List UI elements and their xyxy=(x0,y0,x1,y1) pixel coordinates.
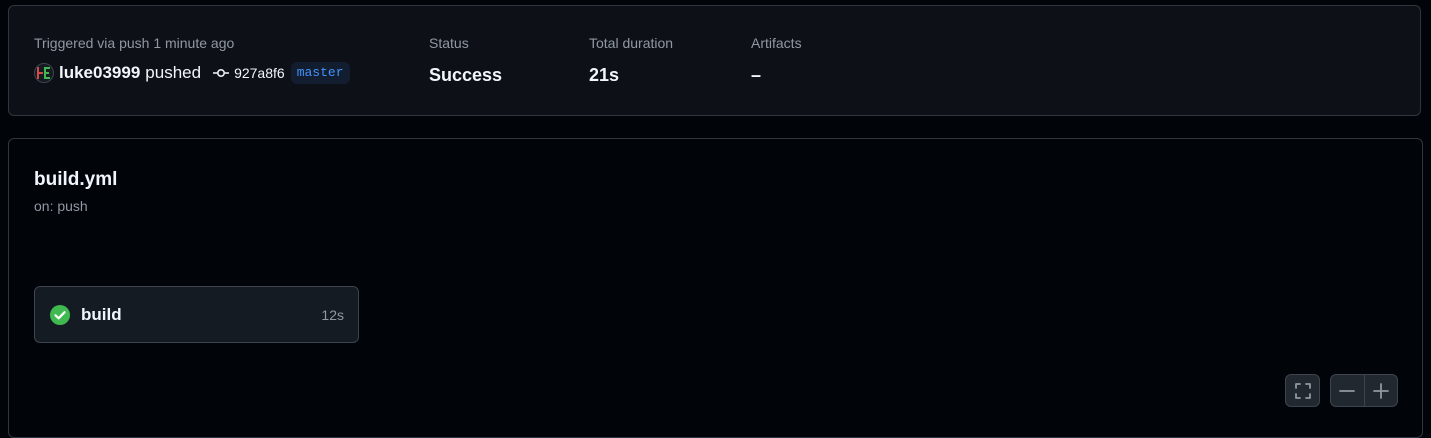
status-label: Status xyxy=(429,35,469,51)
trigger-column: Triggered via push 1 minute ago luke0399… xyxy=(34,35,350,85)
commit-sha-link[interactable]: 927a8f6 xyxy=(234,65,285,81)
zoom-controls xyxy=(1330,374,1398,407)
zoom-in-button[interactable] xyxy=(1364,375,1397,406)
duration-value: 21s xyxy=(589,65,620,85)
zoom-out-button[interactable] xyxy=(1331,375,1364,406)
check-circle-icon xyxy=(50,304,70,325)
git-commit-icon xyxy=(213,65,230,81)
job-duration: 12s xyxy=(321,306,344,323)
status-column: Status Success xyxy=(429,35,502,85)
branch-badge[interactable]: master xyxy=(290,62,350,84)
artifacts-label: Artifacts xyxy=(751,35,802,51)
actor-link[interactable]: luke03999 xyxy=(59,63,140,83)
workflow-graph-panel: build.yml on: push build 12s xyxy=(8,138,1423,438)
avatar-image xyxy=(37,67,50,79)
run-summary-panel: Triggered via push 1 minute ago luke0399… xyxy=(8,5,1421,116)
duration-column: Total duration 21s xyxy=(589,35,673,85)
minus-icon xyxy=(1339,389,1356,392)
trigger-label: Triggered via push 1 minute ago xyxy=(34,35,235,51)
status-value: Success xyxy=(429,65,503,85)
job-name: build xyxy=(81,304,122,324)
artifacts-value: – xyxy=(751,65,762,85)
action-text: pushed xyxy=(145,63,202,82)
fullscreen-button[interactable] xyxy=(1285,374,1320,407)
trigger-row: luke03999 pushed 927a8f6 master xyxy=(34,61,350,85)
plus-icon xyxy=(1372,382,1389,399)
artifacts-column: Artifacts – xyxy=(751,35,802,85)
workflow-trigger: on: push xyxy=(34,198,88,214)
avatar[interactable] xyxy=(34,63,54,83)
workflow-name: build.yml xyxy=(34,169,118,190)
duration-label: Total duration xyxy=(589,35,674,51)
job-card-build[interactable]: build 12s xyxy=(34,286,359,343)
fullscreen-icon xyxy=(1294,382,1311,399)
